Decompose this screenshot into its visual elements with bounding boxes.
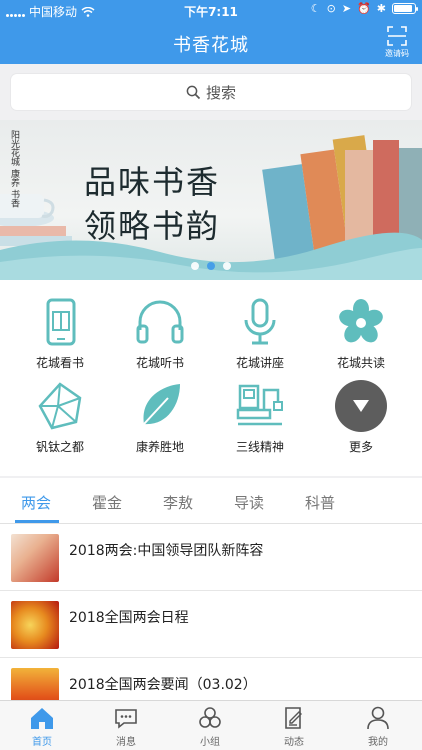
banner-slogan: 品味书香 领略书韵 <box>84 160 220 248</box>
phone-book-icon <box>46 298 76 346</box>
crystal-icon <box>38 382 82 430</box>
list-item[interactable]: 2018全国两会日程 <box>0 591 422 658</box>
nav-bar: 书香花城 邀请码 <box>0 20 422 64</box>
grid-item-more[interactable]: 更多 <box>311 380 411 455</box>
machinery-icon <box>236 384 283 426</box>
search-placeholder: 搜索 <box>205 83 236 102</box>
news-thumbnail <box>11 534 59 582</box>
page-title: 书香花城 <box>173 35 249 56</box>
news-tabs: 两会 霍金 李敖 导读 科普 <box>0 478 422 524</box>
edit-icon <box>285 707 302 729</box>
banner-line-1: 品味书香 <box>84 163 221 201</box>
grid-item-sanxian[interactable]: 三线精神 <box>210 380 310 455</box>
location-icon: ➤ <box>341 2 352 15</box>
invite-code-button[interactable]: 邀请码 <box>382 25 412 59</box>
news-title: 2018两会:中国领导团队新阵容 <box>69 543 264 559</box>
grid-label: 花城看书 <box>35 356 84 370</box>
tab-guide[interactable]: 导读 <box>234 492 264 513</box>
message-icon <box>115 709 137 729</box>
grid-item-listen[interactable]: 花城听书 <box>110 296 210 371</box>
tabbar-feed[interactable]: 动态 <box>252 705 336 748</box>
battery-icon <box>392 3 418 14</box>
tabbar-group[interactable]: 小组 <box>168 705 252 748</box>
tab-lianghui[interactable]: 两会 <box>21 492 51 513</box>
news-list: 2018两会:中国领导团队新阵容 2018全国两会日程 2018全国两会要闻（0… <box>0 524 422 700</box>
feature-grid: 花城看书 花城听书 花城讲座 花城共读 钒钛之都 康养胜地 三线精神 更多 <box>0 280 422 476</box>
news-title: 2018全国两会要闻（03.02） <box>69 677 257 693</box>
microphone-icon <box>244 298 276 345</box>
tab-liao[interactable]: 李敖 <box>163 492 193 513</box>
search-area: 搜索 <box>0 64 422 120</box>
grid-item-health[interactable]: 康养胜地 <box>110 380 210 455</box>
leaf-icon <box>143 384 180 425</box>
list-item[interactable]: 2018两会:中国领导团队新阵容 <box>0 524 422 591</box>
tabbar-home[interactable]: 首页 <box>0 705 84 748</box>
lock-rotation-icon: ⊙ <box>326 2 336 15</box>
search-icon <box>186 85 201 99</box>
carousel-indicator <box>0 262 422 270</box>
tabbar-label: 消息 <box>116 737 136 748</box>
tabbar-label: 首页 <box>32 737 52 748</box>
user-icon <box>367 706 389 730</box>
grid-item-vanadium[interactable]: 钒钛之都 <box>10 380 110 455</box>
bluetooth-icon: ✱ <box>376 2 386 15</box>
news-title: 2018全国两会日程 <box>69 610 189 626</box>
grid-label: 花城讲座 <box>235 356 284 370</box>
banner-carousel[interactable]: 阳光花城 康养 书香 品味书香 领略书韵 <box>0 120 422 280</box>
carousel-dot[interactable] <box>207 262 215 270</box>
group-icon <box>199 707 221 728</box>
invite-code-label: 邀请码 <box>385 49 409 58</box>
grid-item-lecture[interactable]: 花城讲座 <box>210 296 310 371</box>
active-tab-indicator <box>15 520 59 523</box>
flower-icon <box>339 299 383 343</box>
news-thumbnail <box>11 601 59 649</box>
tab-science[interactable]: 科普 <box>305 492 335 513</box>
list-item[interactable]: 2018全国两会要闻（03.02） <box>0 658 422 700</box>
headphones-icon <box>136 300 184 344</box>
search-input[interactable]: 搜索 <box>11 74 411 110</box>
grid-item-read[interactable]: 花城看书 <box>10 296 110 371</box>
moon-icon: ☾ <box>310 2 321 15</box>
scan-icon <box>387 26 407 46</box>
tabbar-label: 小组 <box>200 737 220 748</box>
tabbar-label: 动态 <box>284 737 304 748</box>
status-bar: 中国移动 下午7:11 ☾ ⊙ ➤ ⏰ ✱ <box>0 0 422 20</box>
tabbar-profile[interactable]: 我的 <box>336 705 420 748</box>
grid-label: 更多 <box>348 440 373 454</box>
grid-item-coread[interactable]: 花城共读 <box>311 296 411 371</box>
grid-label: 三线精神 <box>235 440 284 454</box>
news-thumbnail <box>11 668 59 700</box>
tabbar-message[interactable]: 消息 <box>84 705 168 748</box>
carousel-dot[interactable] <box>191 262 199 270</box>
banner-side-text: 阳光花城 康养 书香 <box>9 130 19 208</box>
grid-label: 钒钛之都 <box>35 440 84 454</box>
grid-label: 花城听书 <box>135 356 184 370</box>
more-icon <box>335 380 387 432</box>
grid-label: 康养胜地 <box>135 440 184 454</box>
carousel-dot[interactable] <box>223 262 231 270</box>
tab-hawking[interactable]: 霍金 <box>92 492 122 513</box>
bottom-tab-bar: 首页 消息 小组 动态 我的 <box>0 700 422 750</box>
tabbar-label: 我的 <box>368 737 388 748</box>
grid-label: 花城共读 <box>336 356 385 370</box>
alarm-icon: ⏰ <box>357 2 371 15</box>
banner-line-2: 领略书韵 <box>84 207 221 245</box>
home-icon <box>31 708 53 729</box>
